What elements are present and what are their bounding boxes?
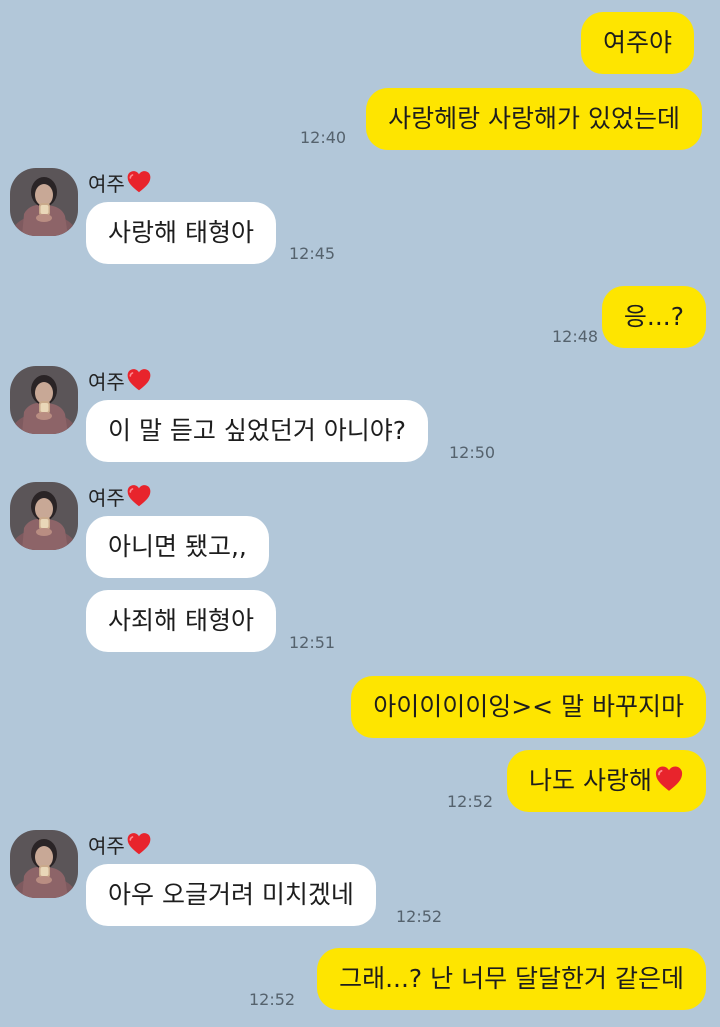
their-message-bubble[interactable]: 아우 오글거려 미치겠네 xyxy=(86,864,376,926)
profile-photo-icon xyxy=(10,830,78,898)
their-message-bubble[interactable]: 사죄해 태형아 xyxy=(86,590,276,652)
message-text: 나도 사랑해 xyxy=(529,766,652,795)
message-timestamp: 12:52 xyxy=(447,792,494,811)
message-timestamp: 12:51 xyxy=(289,633,336,652)
contact-name: 여주 xyxy=(88,483,152,511)
message-timestamp: 12:45 xyxy=(289,244,336,263)
contact-name-text: 여주 xyxy=(88,172,125,196)
red-heart-icon xyxy=(126,483,152,509)
contact-name: 여주 xyxy=(88,169,152,197)
message-timestamp: 12:40 xyxy=(300,128,347,147)
my-message-bubble[interactable]: 여주야 xyxy=(580,12,694,74)
profile-photo-icon xyxy=(10,168,78,236)
their-message-bubble[interactable]: 이 말 듣고 싶었던거 아니야? xyxy=(86,400,429,462)
contact-name: 여주 xyxy=(88,831,152,859)
my-message-bubble[interactable]: 나도 사랑해 xyxy=(507,750,706,812)
my-message-bubble[interactable]: 응...? xyxy=(601,286,706,348)
profile-photo-icon xyxy=(10,482,78,550)
red-heart-icon xyxy=(126,169,152,195)
profile-photo-icon xyxy=(10,366,78,434)
contact-name-text: 여주 xyxy=(88,370,125,394)
contact-avatar[interactable] xyxy=(10,830,78,898)
message-timestamp: 12:52 xyxy=(249,990,296,1009)
red-heart-icon xyxy=(126,367,152,393)
message-timestamp: 12:50 xyxy=(449,443,496,462)
contact-avatar[interactable] xyxy=(10,168,78,236)
message-timestamp: 12:52 xyxy=(396,907,443,926)
their-message-bubble[interactable]: 사랑해 태형아 xyxy=(86,202,276,264)
their-message-bubble[interactable]: 아니면 됐고,, xyxy=(86,516,269,578)
my-message-bubble[interactable]: 그래...? 난 너무 달달한거 같은데 xyxy=(317,948,706,1010)
contact-name-text: 여주 xyxy=(88,834,125,858)
red-heart-icon xyxy=(654,764,684,794)
contact-avatar[interactable] xyxy=(10,482,78,550)
my-message-bubble[interactable]: 아이이이이잉>< 말 바꾸지마 xyxy=(351,676,706,738)
contact-name-text: 여주 xyxy=(88,486,125,510)
message-timestamp: 12:48 xyxy=(552,327,599,346)
red-heart-icon xyxy=(126,831,152,857)
contact-name: 여주 xyxy=(88,367,152,395)
contact-avatar[interactable] xyxy=(10,366,78,434)
my-message-bubble[interactable]: 사랑헤랑 사랑해가 있었는데 xyxy=(366,88,702,150)
